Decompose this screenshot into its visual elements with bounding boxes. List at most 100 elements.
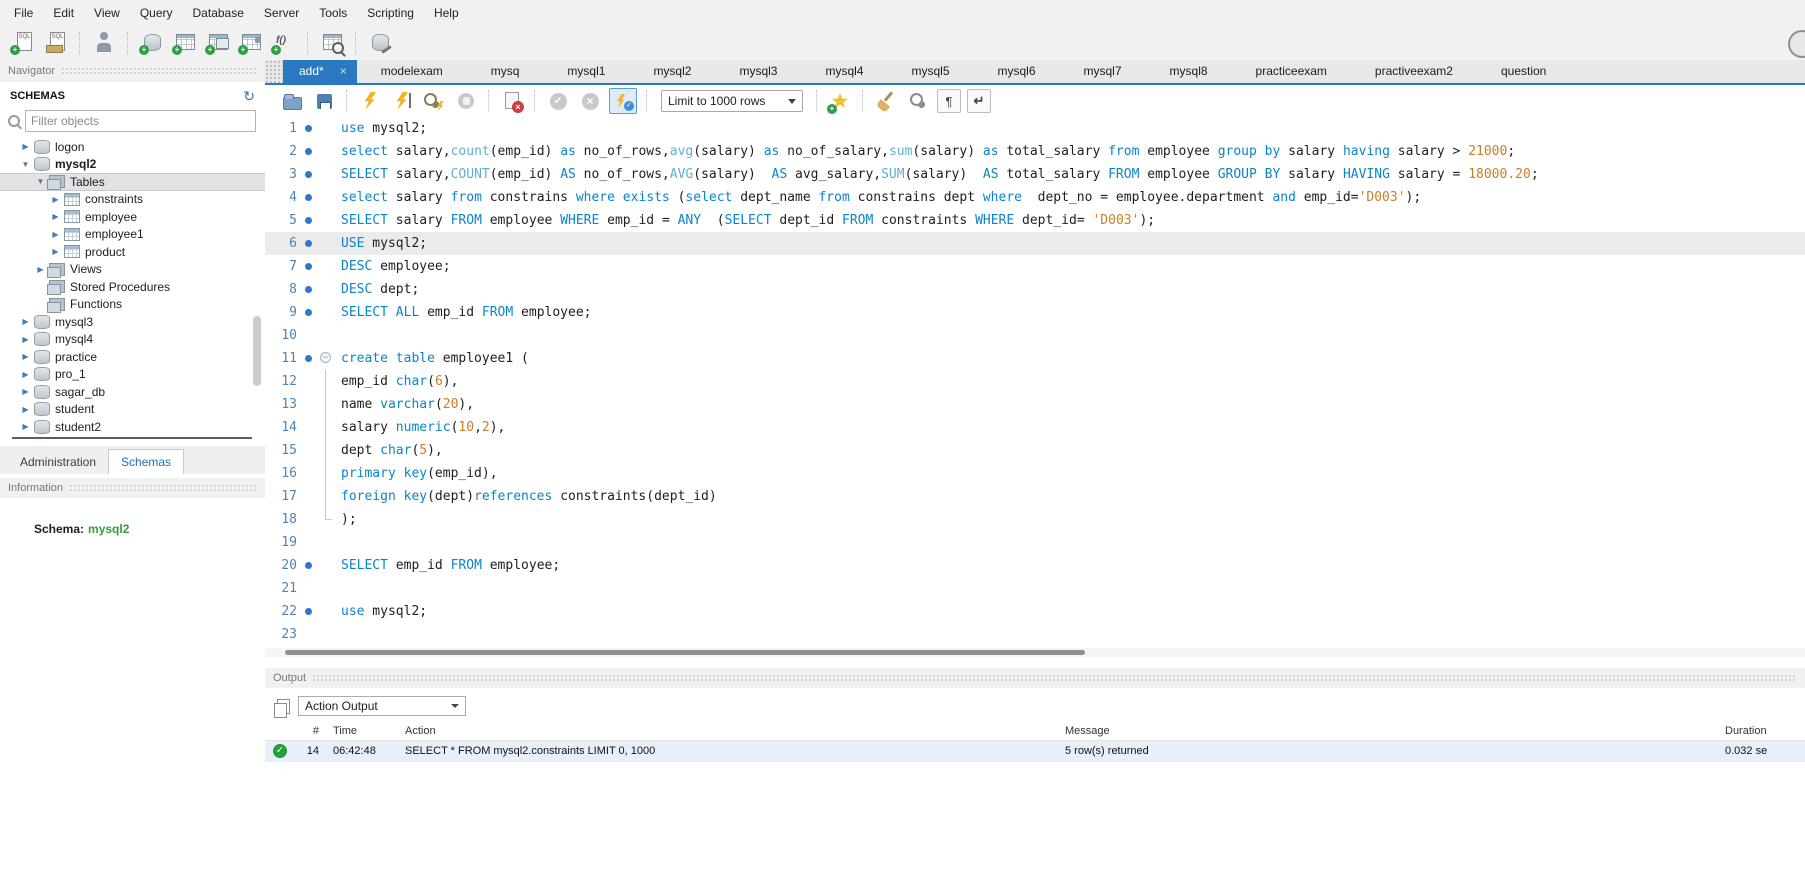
chevron-collapsed-icon[interactable]: ▶ <box>49 230 62 239</box>
tree-item-stored-procedures[interactable]: Stored Procedures <box>0 278 265 296</box>
reconnect-dbms-icon[interactable] <box>367 30 393 55</box>
chevron-collapsed-icon[interactable]: ▶ <box>19 405 32 414</box>
code-line[interactable]: 12 emp_id char(6), <box>265 370 1805 393</box>
tree-item-functions[interactable]: Functions <box>0 296 265 314</box>
code-line[interactable]: 3 SELECT salary,COUNT(emp_id) AS no_of_ro… <box>265 163 1805 186</box>
tab-modelexam[interactable]: modelexam <box>357 60 467 83</box>
limit-rows-dropdown[interactable]: Limit to 1000 rows <box>661 90 803 112</box>
open-file-icon[interactable] <box>279 89 305 114</box>
code-line[interactable]: 13 name varchar(20), <box>265 393 1805 416</box>
tab-mysql6[interactable]: mysql6 <box>974 60 1060 83</box>
menu-query[interactable]: Query <box>130 3 183 23</box>
chevron-collapsed-icon[interactable]: ▶ <box>19 317 32 326</box>
chevron-collapsed-icon[interactable]: ▶ <box>19 335 32 344</box>
tree-item-practice[interactable]: ▶ practice <box>0 348 265 366</box>
commit-icon[interactable] <box>545 89 571 114</box>
output-row[interactable]: 14 06:42:48 SELECT * FROM mysql2.constrain… <box>265 741 1805 762</box>
create-procedure-icon[interactable] <box>238 30 264 55</box>
pilcrow-icon[interactable] <box>937 89 961 113</box>
menu-edit[interactable]: Edit <box>43 3 84 23</box>
rollback-icon[interactable] <box>577 89 603 114</box>
find-icon[interactable] <box>905 89 931 114</box>
tree-item-employee1[interactable]: ▶ employee1 <box>0 226 265 244</box>
tree-item-employee[interactable]: ▶ employee <box>0 208 265 226</box>
open-sql-script-icon[interactable] <box>43 30 69 55</box>
create-table-icon[interactable] <box>172 30 198 55</box>
tree-item-sagar-db[interactable]: ▶ sagar_db <box>0 383 265 401</box>
tree-item-mysql3[interactable]: ▶ mysql3 <box>0 313 265 331</box>
fold-line-icon[interactable] <box>315 462 341 485</box>
kill-query-icon[interactable] <box>499 89 525 114</box>
tab-add[interactable]: add* × <box>283 60 357 83</box>
close-icon[interactable]: × <box>340 60 347 83</box>
tab-mysql7[interactable]: mysql7 <box>1060 60 1146 83</box>
sidebar-splitter-handle[interactable] <box>12 437 252 439</box>
menu-file[interactable]: File <box>4 3 43 23</box>
chevron-expanded-icon[interactable]: ▼ <box>34 177 47 186</box>
code-line[interactable]: 19 <box>265 531 1805 554</box>
search-table-data-icon[interactable] <box>319 30 345 55</box>
code-line[interactable]: 17 foreign key(dept)references constraint… <box>265 485 1805 508</box>
filter-objects-input[interactable] <box>25 110 256 132</box>
execute-current-icon[interactable] <box>389 89 415 114</box>
toggle-autocommit-icon[interactable] <box>609 88 637 114</box>
chevron-expanded-icon[interactable]: ▼ <box>19 160 32 169</box>
tab-mysql3[interactable]: mysql3 <box>715 60 801 83</box>
code-line[interactable]: 20 SELECT emp_id FROM employee; <box>265 554 1805 577</box>
menu-scripting[interactable]: Scripting <box>357 3 424 23</box>
chevron-collapsed-icon[interactable]: ▶ <box>19 370 32 379</box>
code-line[interactable]: 7 DESC employee; <box>265 255 1805 278</box>
stop-icon[interactable] <box>453 89 479 114</box>
menu-view[interactable]: View <box>84 3 130 23</box>
code-line[interactable]: 15 dept char(5), <box>265 439 1805 462</box>
scrollbar-thumb[interactable] <box>285 650 1085 655</box>
editor-horizontal-scrollbar[interactable] <box>265 648 1805 657</box>
tree-item-pro-1[interactable]: ▶ pro_1 <box>0 366 265 384</box>
explain-icon[interactable] <box>421 89 447 114</box>
code-line[interactable]: 23 <box>265 623 1805 646</box>
create-function-icon[interactable] <box>271 30 297 55</box>
code-line[interactable]: 16 primary key(emp_id), <box>265 462 1805 485</box>
code-line[interactable]: 21 <box>265 577 1805 600</box>
sidebar-tab-schemas[interactable]: Schemas <box>108 449 185 474</box>
sidebar-tab-administration[interactable]: Administration <box>8 450 108 474</box>
fold-line-icon[interactable] <box>315 370 341 393</box>
fold-line-icon[interactable] <box>315 393 341 416</box>
tree-scrollbar[interactable] <box>253 316 261 386</box>
fold-line-icon[interactable] <box>315 416 341 439</box>
create-view-icon[interactable] <box>205 30 231 55</box>
chevron-collapsed-icon[interactable]: ▶ <box>49 247 62 256</box>
menu-tools[interactable]: Tools <box>309 3 357 23</box>
tab-mysq[interactable]: mysq <box>467 60 544 83</box>
code-line[interactable]: 22 use mysql2; <box>265 600 1805 623</box>
tab-practiveexam2[interactable]: practiveexam2 <box>1351 60 1477 83</box>
execute-icon[interactable] <box>357 89 383 114</box>
chevron-collapsed-icon[interactable]: ▶ <box>19 387 32 396</box>
chevron-collapsed-icon[interactable]: ▶ <box>19 422 32 431</box>
save-icon[interactable] <box>311 89 337 114</box>
tab-mysql5[interactable]: mysql5 <box>887 60 973 83</box>
chevron-collapsed-icon[interactable]: ▶ <box>19 142 32 151</box>
chevron-collapsed-icon[interactable]: ▶ <box>19 352 32 361</box>
chevron-collapsed-icon[interactable]: ▶ <box>49 212 62 221</box>
menu-server[interactable]: Server <box>254 3 309 23</box>
tab-mysql2[interactable]: mysql2 <box>629 60 715 83</box>
code-line[interactable]: 9 SELECT ALL emp_id FROM employee; <box>265 301 1805 324</box>
chevron-collapsed-icon[interactable]: ▶ <box>34 265 47 274</box>
code-line[interactable]: 18); <box>265 508 1805 531</box>
tree-item-product[interactable]: ▶ product <box>0 243 265 261</box>
tree-item-views[interactable]: ▶ Views <box>0 261 265 279</box>
code-line[interactable]: 8 DESC dept; <box>265 278 1805 301</box>
code-line[interactable]: 4 select salary from constrains where exi… <box>265 186 1805 209</box>
create-schema-icon[interactable] <box>139 30 165 55</box>
menu-database[interactable]: Database <box>183 3 254 23</box>
code-line[interactable]: 14 salary numeric(10,2), <box>265 416 1805 439</box>
code-line[interactable]: 6 USE mysql2; <box>265 232 1805 255</box>
beautify-icon[interactable] <box>873 89 899 114</box>
tab-practiceexam[interactable]: practiceexam <box>1232 60 1351 83</box>
output-view-select[interactable]: Action Output <box>298 696 466 716</box>
code-line[interactable]: 2 select salary,count(emp_id) as no_of_ro… <box>265 140 1805 163</box>
refresh-schemas-icon[interactable]: ↻ <box>243 88 255 105</box>
tree-item-tables[interactable]: ▼ Tables <box>0 173 265 191</box>
tab-mysql4[interactable]: mysql4 <box>801 60 887 83</box>
